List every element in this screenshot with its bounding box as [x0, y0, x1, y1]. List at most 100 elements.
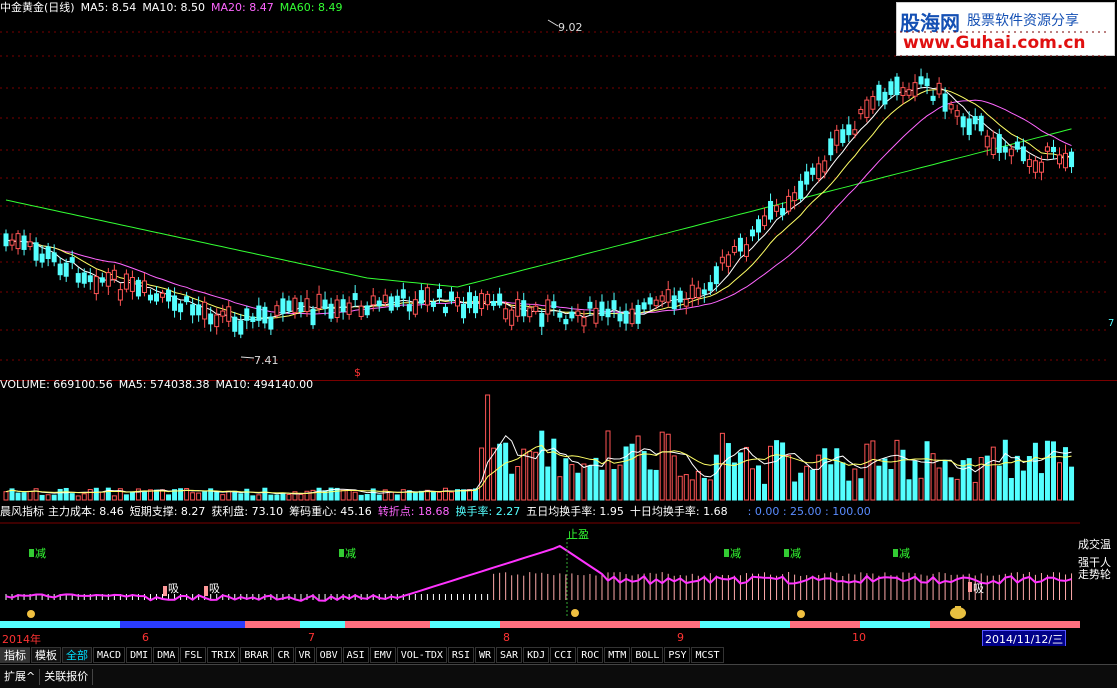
candle-body — [280, 298, 286, 314]
candle-body — [617, 313, 623, 322]
tab-brar[interactable]: BRAR — [240, 647, 273, 663]
volume-bar — [557, 476, 563, 501]
candle-body — [304, 298, 310, 313]
candle-body — [1069, 151, 1075, 168]
volume-bar — [1069, 466, 1075, 501]
month-label: 8 — [503, 631, 510, 644]
candle-body — [208, 313, 214, 325]
candle-body — [238, 320, 244, 335]
candle-body — [63, 262, 69, 277]
candle-body — [479, 293, 485, 310]
tab-cr[interactable]: CR — [273, 647, 294, 663]
tab-roc[interactable]: ROC — [577, 647, 604, 663]
tab-mcst[interactable]: MCST — [691, 647, 724, 663]
indicator-tab-bar: 指标 模板 全部 MACD DMI DMA FSL TRIX BRAR CR VR OBV ASI EMV… — [0, 646, 1117, 664]
tab-trix[interactable]: TRIX — [207, 647, 240, 663]
tab-dma[interactable]: DMA — [153, 647, 180, 663]
candle-body — [569, 311, 575, 319]
year-label: 2014年 — [2, 633, 41, 646]
candle-body — [467, 292, 473, 309]
candle-body — [731, 246, 737, 253]
volume-bar — [1044, 440, 1050, 501]
absorb-signal-3: 吸 — [968, 582, 984, 595]
indicator-name: 晨风指标 — [0, 505, 44, 518]
month-label: 6 — [142, 631, 149, 644]
tab-wr[interactable]: WR — [474, 647, 496, 663]
tab-vol-tdx[interactable]: VOL-TDX — [396, 647, 447, 663]
volume-bar — [599, 469, 605, 501]
indicator-chart[interactable]: 止盈 减 减 减 减 减 吸 吸 吸 成交温 强干人 走势轮 — [0, 520, 1117, 620]
candle-body — [599, 301, 605, 317]
candle-body — [521, 300, 527, 317]
volume-bar — [27, 490, 33, 501]
candle-body — [105, 272, 111, 287]
candle-body — [123, 273, 129, 290]
volume-bar — [671, 455, 677, 501]
candle-body — [798, 180, 804, 199]
volume-bar — [286, 494, 292, 501]
strip-segment — [700, 621, 790, 628]
candle-body — [262, 306, 268, 324]
candle-body — [220, 310, 226, 317]
candle-body — [376, 300, 382, 307]
tab-emv[interactable]: EMV — [369, 647, 396, 663]
volume-bar — [954, 478, 960, 501]
candle-body — [232, 316, 238, 332]
candle-body — [370, 295, 376, 306]
volume-bar — [364, 494, 370, 501]
volume-bar — [539, 430, 545, 501]
tab-kdj[interactable]: KDJ — [523, 647, 550, 663]
tab-vr[interactable]: VR — [294, 647, 315, 663]
volume-header: VOLUME: 669100.56 MA5: 574038.38 MA10: 494… — [0, 378, 319, 392]
volume-bar — [942, 459, 948, 501]
candle-body — [972, 116, 978, 125]
tab-mtm[interactable]: MTM — [604, 647, 631, 663]
volume-bar — [888, 469, 894, 501]
candle-body — [864, 99, 870, 118]
strip-segment — [0, 621, 120, 628]
tab-template[interactable]: 模板 — [31, 647, 61, 663]
tab-asi[interactable]: ASI — [342, 647, 369, 663]
tab-macd[interactable]: MACD — [93, 647, 126, 663]
indicator-levels: : 0.00 : 25.00 : 100.00 — [747, 505, 871, 518]
volume-bar — [894, 439, 900, 501]
tab-rsi[interactable]: RSI — [447, 647, 474, 663]
volume-bar — [376, 494, 382, 501]
reduce-label: 减 — [35, 547, 46, 560]
tab-all[interactable]: 全部 — [62, 647, 92, 663]
volume-bar — [617, 464, 623, 501]
candlesticks — [3, 68, 1075, 339]
tab-dmi[interactable]: DMI — [126, 647, 153, 663]
volume-bar — [611, 469, 617, 501]
tab-boll[interactable]: BOLL — [631, 647, 664, 663]
absorb-label: 吸 — [973, 582, 984, 595]
related-quotes-tab[interactable]: 关联报价 — [40, 668, 94, 685]
volume-bar — [232, 490, 238, 501]
volume-bar — [340, 489, 346, 501]
volume-chart[interactable] — [0, 392, 1117, 502]
volume-bar — [810, 469, 816, 501]
candle-body — [593, 307, 599, 324]
volume-bar — [996, 465, 1002, 501]
candle-body — [436, 289, 442, 298]
volume-bar — [1008, 478, 1014, 501]
indicator-turnover: 换手率: 2.27 — [455, 505, 521, 518]
candle-body — [461, 303, 467, 319]
volume-bar — [701, 477, 707, 501]
volume-bar — [45, 494, 51, 501]
tab-obv[interactable]: OBV — [315, 647, 342, 663]
tab-cci[interactable]: CCI — [550, 647, 577, 663]
price-chart[interactable]: 9.02 7.41 $ 7 — [0, 0, 1117, 380]
tab-fsl[interactable]: FSL — [180, 647, 207, 663]
candle-body — [33, 242, 39, 261]
volume-bar — [81, 493, 87, 501]
tab-indicator[interactable]: 指标 — [0, 647, 30, 663]
candle-body — [882, 91, 888, 105]
volume-bar — [442, 487, 448, 501]
tab-psy[interactable]: PSY — [664, 647, 691, 663]
candle-body — [497, 293, 503, 306]
expand-tab[interactable]: 扩展^ — [0, 668, 41, 685]
candle-body — [455, 297, 460, 307]
tab-sar[interactable]: SAR — [496, 647, 523, 663]
candle-body — [256, 305, 262, 321]
